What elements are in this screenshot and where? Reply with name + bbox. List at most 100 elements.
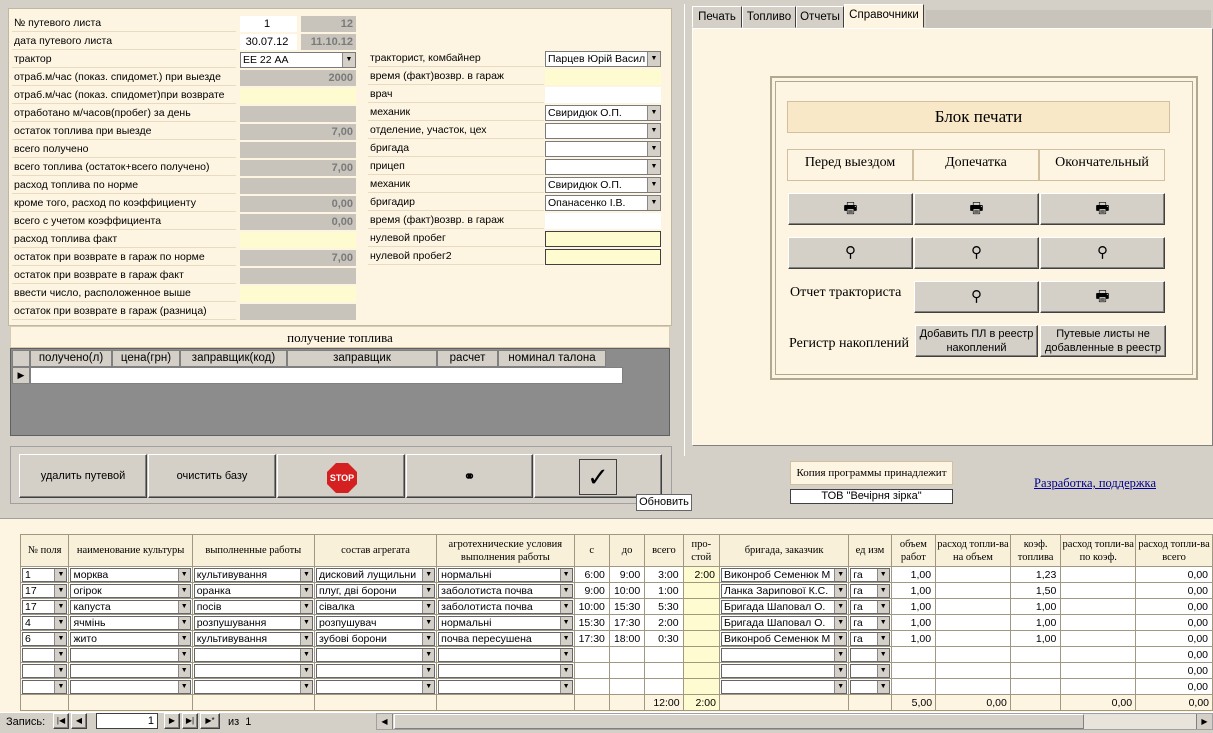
chevron-down-icon[interactable]: ▼	[299, 648, 312, 661]
works-cell[interactable]: ▼	[718, 662, 850, 679]
works-cell[interactable]	[608, 662, 646, 679]
works-cell[interactable]: ▼	[19, 646, 70, 663]
cell-select[interactable]: ▼	[720, 663, 848, 678]
works-cell[interactable]: 15:30	[608, 598, 646, 615]
works-cell[interactable]: Виконроб Семенюк М ▼	[718, 566, 850, 583]
chevron-down-icon[interactable]: ▼	[876, 680, 889, 693]
works-cell[interactable]: ▼	[19, 662, 70, 679]
cell-select[interactable]: ▼	[70, 663, 191, 678]
works-cell[interactable]: ▼	[68, 678, 193, 695]
header-value-1[interactable]: 1	[240, 16, 297, 32]
chevron-down-icon[interactable]: ▼	[876, 616, 889, 629]
works-cell[interactable]	[682, 646, 720, 663]
not-added-waybills-button[interactable]: Путевые листы не добавленные в реестр	[1040, 325, 1166, 357]
chevron-down-icon[interactable]: ▼	[422, 584, 435, 597]
works-cell[interactable]: 0,00	[1135, 614, 1213, 631]
works-cell[interactable]: огірок ▼	[68, 582, 193, 599]
chevron-down-icon[interactable]: ▼	[299, 632, 312, 645]
chevron-down-icon[interactable]: ▼	[834, 584, 847, 597]
cell-select[interactable]: нормальні ▼	[438, 615, 573, 630]
works-cell[interactable]: культивування ▼	[191, 566, 315, 583]
chevron-down-icon[interactable]: ▼	[422, 632, 435, 645]
print-button[interactable]: 🖶	[788, 193, 913, 225]
works-cell[interactable]	[890, 678, 937, 695]
works-cell[interactable]	[935, 678, 1011, 695]
staff-select[interactable]: Свиридюк О.П. ▼	[545, 105, 661, 121]
support-link[interactable]: Разработка, поддержка	[1034, 476, 1156, 491]
chevron-down-icon[interactable]: ▼	[54, 664, 67, 677]
works-cell[interactable]: 18:00	[608, 630, 646, 647]
cell-select[interactable]: 6 ▼	[22, 631, 68, 646]
cell-select[interactable]: Виконроб Семенюк М ▼	[720, 631, 848, 646]
new-record-button[interactable]: ▶*	[200, 713, 220, 729]
chevron-down-icon[interactable]: ▼	[54, 584, 67, 597]
cell-select[interactable]: Виконроб Семенюк М ▼	[720, 567, 848, 582]
cell-select[interactable]: Ланка Зарипової К.С. ▼	[720, 583, 848, 598]
chevron-down-icon[interactable]: ▼	[54, 568, 67, 581]
works-cell[interactable]: Виконроб Семенюк М ▼	[718, 630, 850, 647]
works-cell[interactable]: ▼	[313, 678, 438, 695]
scroll-left-button[interactable]: ◀	[377, 714, 393, 729]
works-cell[interactable]	[1060, 566, 1137, 583]
works-cell[interactable]	[682, 630, 720, 647]
cell-select[interactable]: ▼	[850, 647, 890, 662]
cell-select[interactable]: заболотиста почва ▼	[438, 599, 573, 614]
works-cell[interactable]: сівалка ▼	[313, 598, 438, 615]
works-cell[interactable]: 6:00	[573, 566, 610, 583]
chevron-down-icon[interactable]: ▼	[299, 616, 312, 629]
chevron-down-icon[interactable]: ▼	[177, 568, 190, 581]
table-row[interactable]: ▼ ▼ ▼ ▼ ▼ ▼ ▼ 0,00	[19, 646, 1213, 663]
works-cell[interactable]: зубові борони ▼	[313, 630, 438, 647]
works-cell[interactable]: 10:00	[608, 582, 646, 599]
works-cell[interactable]: Бригада Шаповал О. ▼	[718, 598, 850, 615]
works-cell[interactable]: ▼	[313, 646, 438, 663]
update-button[interactable]: ✓	[534, 454, 662, 498]
cell-select[interactable]: заболотиста почва ▼	[438, 583, 573, 598]
chevron-down-icon[interactable]: ▼	[876, 648, 889, 661]
works-cell[interactable]: ▼	[191, 678, 315, 695]
works-cell[interactable]: ▼	[313, 662, 438, 679]
staff-input[interactable]	[545, 249, 661, 265]
cell-select[interactable]: ▼	[720, 647, 848, 662]
cell-select[interactable]: оранка ▼	[193, 583, 313, 598]
works-cell[interactable]	[935, 630, 1011, 647]
chevron-down-icon[interactable]: ▼	[647, 106, 660, 120]
works-cell[interactable]	[1009, 662, 1062, 679]
cell-select[interactable]: га ▼	[850, 615, 890, 630]
works-cell[interactable]: 1:00	[644, 582, 684, 599]
works-cell[interactable]: 1,00	[1009, 598, 1062, 615]
driver-report-print-button[interactable]: 🖶	[1040, 281, 1165, 313]
preview-button[interactable]: ⚲	[914, 237, 1039, 269]
delete-waybill-button[interactable]: удалить путевой	[19, 454, 147, 498]
chevron-down-icon[interactable]: ▼	[647, 196, 660, 210]
cell-select[interactable]: га ▼	[850, 567, 890, 582]
chevron-down-icon[interactable]: ▼	[299, 568, 312, 581]
works-cell[interactable]: 3:00	[644, 566, 684, 583]
works-cell[interactable]	[1060, 630, 1137, 647]
works-cell[interactable]: 5:30	[644, 598, 684, 615]
works-cell[interactable]: ▼	[436, 662, 575, 679]
works-cell[interactable]	[682, 582, 720, 599]
works-cell[interactable]: 1,00	[890, 598, 937, 615]
works-cell[interactable]: ▼	[718, 678, 850, 695]
chevron-down-icon[interactable]: ▼	[834, 568, 847, 581]
works-cell[interactable]: га ▼	[848, 582, 892, 599]
works-cell[interactable]: 15:30	[573, 614, 610, 631]
works-cell[interactable]	[890, 646, 937, 663]
works-cell[interactable]: дисковий лущильни ▼	[313, 566, 438, 583]
tab-1[interactable]: Топливо	[742, 6, 796, 28]
print-button[interactable]: 🖶	[914, 193, 1039, 225]
works-cell[interactable]	[644, 662, 684, 679]
cell-select[interactable]: жито ▼	[70, 631, 191, 646]
works-cell[interactable]	[935, 662, 1011, 679]
works-cell[interactable]: 1,00	[1009, 614, 1062, 631]
tab-2[interactable]: Отчеты	[796, 6, 844, 28]
scroll-thumb[interactable]	[394, 714, 1084, 729]
chevron-down-icon[interactable]: ▼	[647, 124, 660, 138]
cell-select[interactable]: ▼	[193, 663, 313, 678]
cell-select[interactable]: ячмінь ▼	[70, 615, 191, 630]
works-cell[interactable]: 2:00	[682, 566, 720, 583]
chevron-down-icon[interactable]: ▼	[876, 632, 889, 645]
cell-select[interactable]: розпушувач ▼	[315, 615, 436, 630]
works-cell[interactable]: га ▼	[848, 630, 892, 647]
